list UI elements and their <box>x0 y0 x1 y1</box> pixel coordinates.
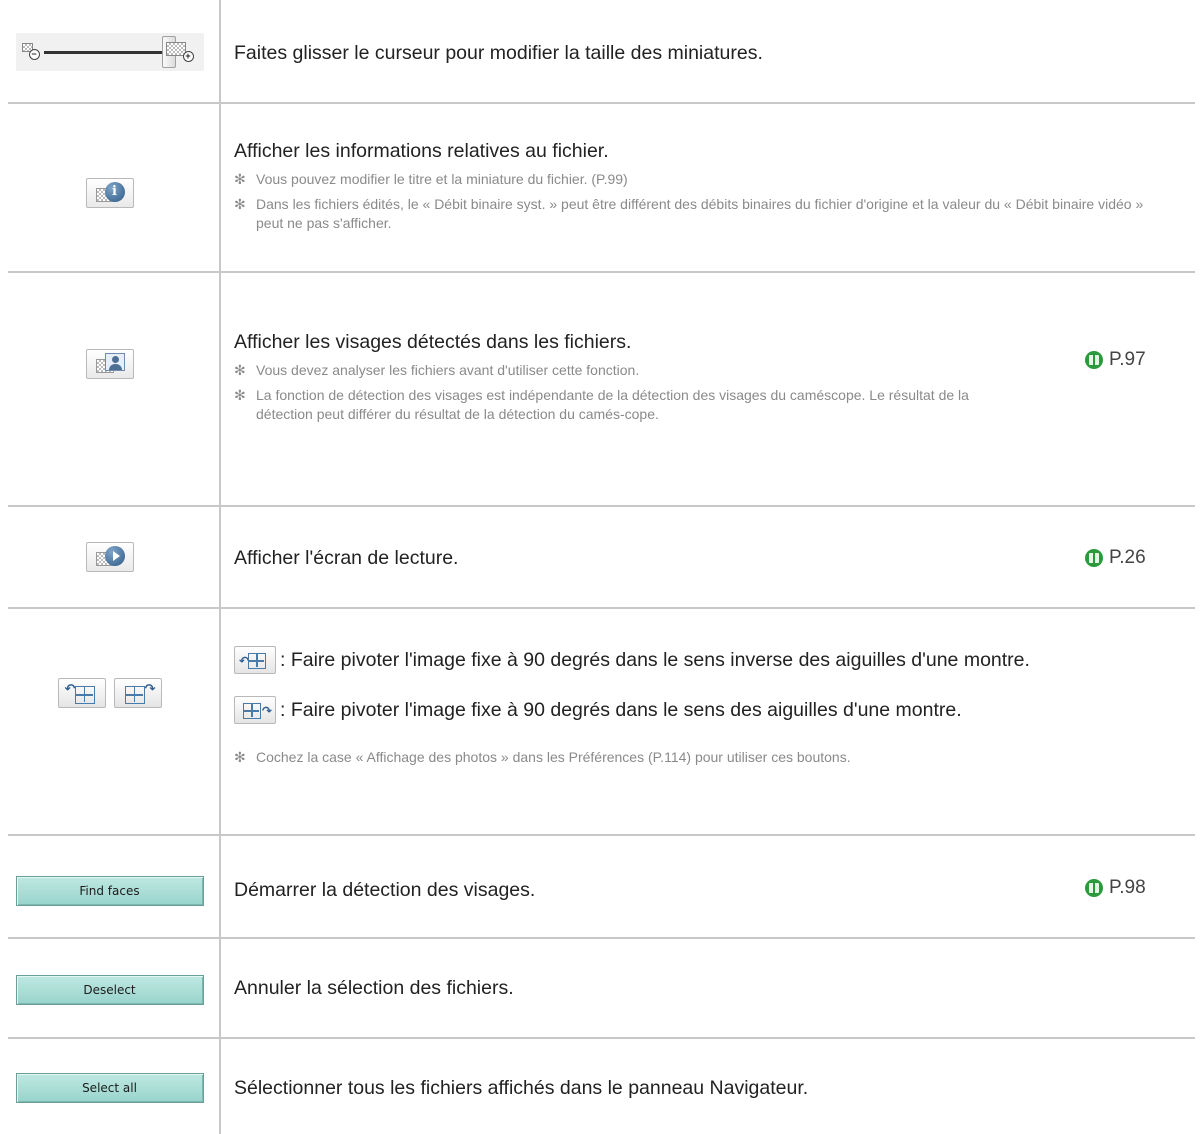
description: Afficher les visages détectés dans les f… <box>234 331 632 353</box>
icon-cell: i <box>0 177 219 209</box>
row-find-faces: Find faces Démarrer la détection des vis… <box>0 836 1203 937</box>
description: Sélectionner tous les fichiers affichés … <box>234 1077 809 1099</box>
grid-icon <box>243 703 261 719</box>
text-cell: Afficher l'écran de lecture. <box>234 545 1164 571</box>
rotate-cw-arrow-icon: ↷ <box>261 704 272 718</box>
note-marker: ✻ <box>234 196 246 212</box>
note-text: La fonction de détection des visages est… <box>256 387 969 422</box>
description: : Faire pivoter l'image fixe à 90 degrés… <box>280 699 962 721</box>
page-reference[interactable]: P.98 <box>1085 877 1146 899</box>
play-button-icon <box>104 546 125 566</box>
text-cell: Faites glisser le curseur pour modifier … <box>234 40 1164 66</box>
note-text: Dans les fichiers édités, le « Débit bin… <box>256 196 1144 231</box>
icon-cell: − + <box>0 33 219 71</box>
row-deselect: Deselect Annuler la sélection des fichie… <box>0 939 1203 1037</box>
icon-cell: Find faces <box>0 874 219 908</box>
find-faces-button[interactable]: Find faces <box>15 876 204 906</box>
playback-icon[interactable] <box>85 542 134 572</box>
description: Afficher les informations relatives au f… <box>234 140 609 162</box>
page-reference-label: P.26 <box>1109 547 1146 568</box>
grid-icon <box>124 686 145 704</box>
row-info: i Afficher les informations relatives au… <box>0 102 1203 271</box>
text-cell: Afficher les visages détectés dans les f… <box>234 329 994 424</box>
description: Afficher l'écran de lecture. <box>234 547 459 569</box>
note: ✻ Vous devez analyser les fichiers avant … <box>234 361 994 380</box>
description: Faites glisser le curseur pour modifier … <box>234 42 763 64</box>
row-faces: Afficher les visages détectés dans les f… <box>0 271 1203 505</box>
icon-cell <box>0 348 219 380</box>
note-text: Vous devez analyser les fichiers avant d… <box>256 362 640 378</box>
book-icon <box>1085 549 1103 567</box>
text-cell: Sélectionner tous les fichiers affichés … <box>234 1075 1164 1101</box>
face-portrait-icon <box>104 353 125 371</box>
text-cell: Annuler la sélection des fichiers. <box>234 975 1164 1001</box>
note-marker: ✻ <box>234 362 246 378</box>
rotate-ccw-icon: ↶ <box>234 646 276 674</box>
text-cell: Démarrer la détection des visages. <box>234 877 1164 903</box>
row-rotate: ↶ ↷ ↶ : Faire pivoter l'image fixe à 90 … <box>0 609 1203 834</box>
description: Annuler la sélection des fichiers. <box>234 977 514 999</box>
rotate-cw-description: ↷ : Faire pivoter l'image fixe à 90 degr… <box>234 696 1154 724</box>
note: ✻ Dans les fichiers édités, le « Débit bi… <box>234 195 1164 233</box>
thumbnail-size-slider[interactable]: − + <box>15 33 204 71</box>
icon-cell: ↶ ↷ <box>0 677 219 709</box>
deselect-button[interactable]: Deselect <box>15 975 204 1005</box>
icon-cell: Deselect <box>0 973 219 1007</box>
description: : Faire pivoter l'image fixe à 90 degrés… <box>280 649 1030 671</box>
note-marker: ✻ <box>234 749 246 765</box>
note-marker: ✻ <box>234 171 246 187</box>
zoom-in-magnifier-icon: + <box>182 51 194 62</box>
description: Démarrer la détection des visages. <box>234 879 536 901</box>
grid-icon <box>248 653 266 669</box>
rotate-cw-icon[interactable]: ↷ <box>113 678 162 708</box>
rotate-cw-icon: ↷ <box>234 696 276 724</box>
row-zoom: − + Faites glisser le curseur pour modif… <box>0 0 1203 102</box>
rotate-ccw-icon[interactable]: ↶ <box>57 678 106 708</box>
text-cell: ↶ : Faire pivoter l'image fixe à 90 degr… <box>234 646 1154 767</box>
page-reference[interactable]: P.26 <box>1085 547 1146 569</box>
note-text: Cochez la case « Affichage des photos » … <box>256 749 851 765</box>
note-marker: ✻ <box>234 387 246 403</box>
page-reference-label: P.97 <box>1109 349 1146 370</box>
grid-icon <box>74 686 95 704</box>
note: ✻ Cochez la case « Affichage des photos »… <box>234 748 1154 767</box>
slider-track[interactable] <box>43 51 162 54</box>
page-reference-label: P.98 <box>1109 877 1146 898</box>
icon-cell <box>0 541 219 573</box>
info-badge-icon: i <box>104 182 125 202</box>
face-detect-icon[interactable] <box>85 349 134 379</box>
note: ✻ Vous pouvez modifier le titre et la min… <box>234 170 1164 189</box>
text-cell: Afficher les informations relatives au f… <box>234 138 1164 233</box>
zoom-out-magnifier-icon: − <box>28 49 40 60</box>
file-info-icon[interactable]: i <box>85 178 134 208</box>
book-icon <box>1085 351 1103 369</box>
icon-cell: Select all <box>0 1071 219 1105</box>
book-icon <box>1085 879 1103 897</box>
row-playback: Afficher l'écran de lecture. P.26 <box>0 507 1203 607</box>
note: ✻ La fonction de détection des visages es… <box>234 386 994 424</box>
page-reference[interactable]: P.97 <box>1085 349 1146 371</box>
rotate-ccw-description: ↶ : Faire pivoter l'image fixe à 90 degr… <box>234 646 1154 674</box>
row-select-all: Select all Sélectionner tous les fichier… <box>0 1039 1203 1134</box>
select-all-button[interactable]: Select all <box>15 1073 204 1103</box>
note-text: Vous pouvez modifier le titre et la mini… <box>256 171 628 187</box>
rotate-cw-arrow-icon: ↷ <box>144 681 156 696</box>
